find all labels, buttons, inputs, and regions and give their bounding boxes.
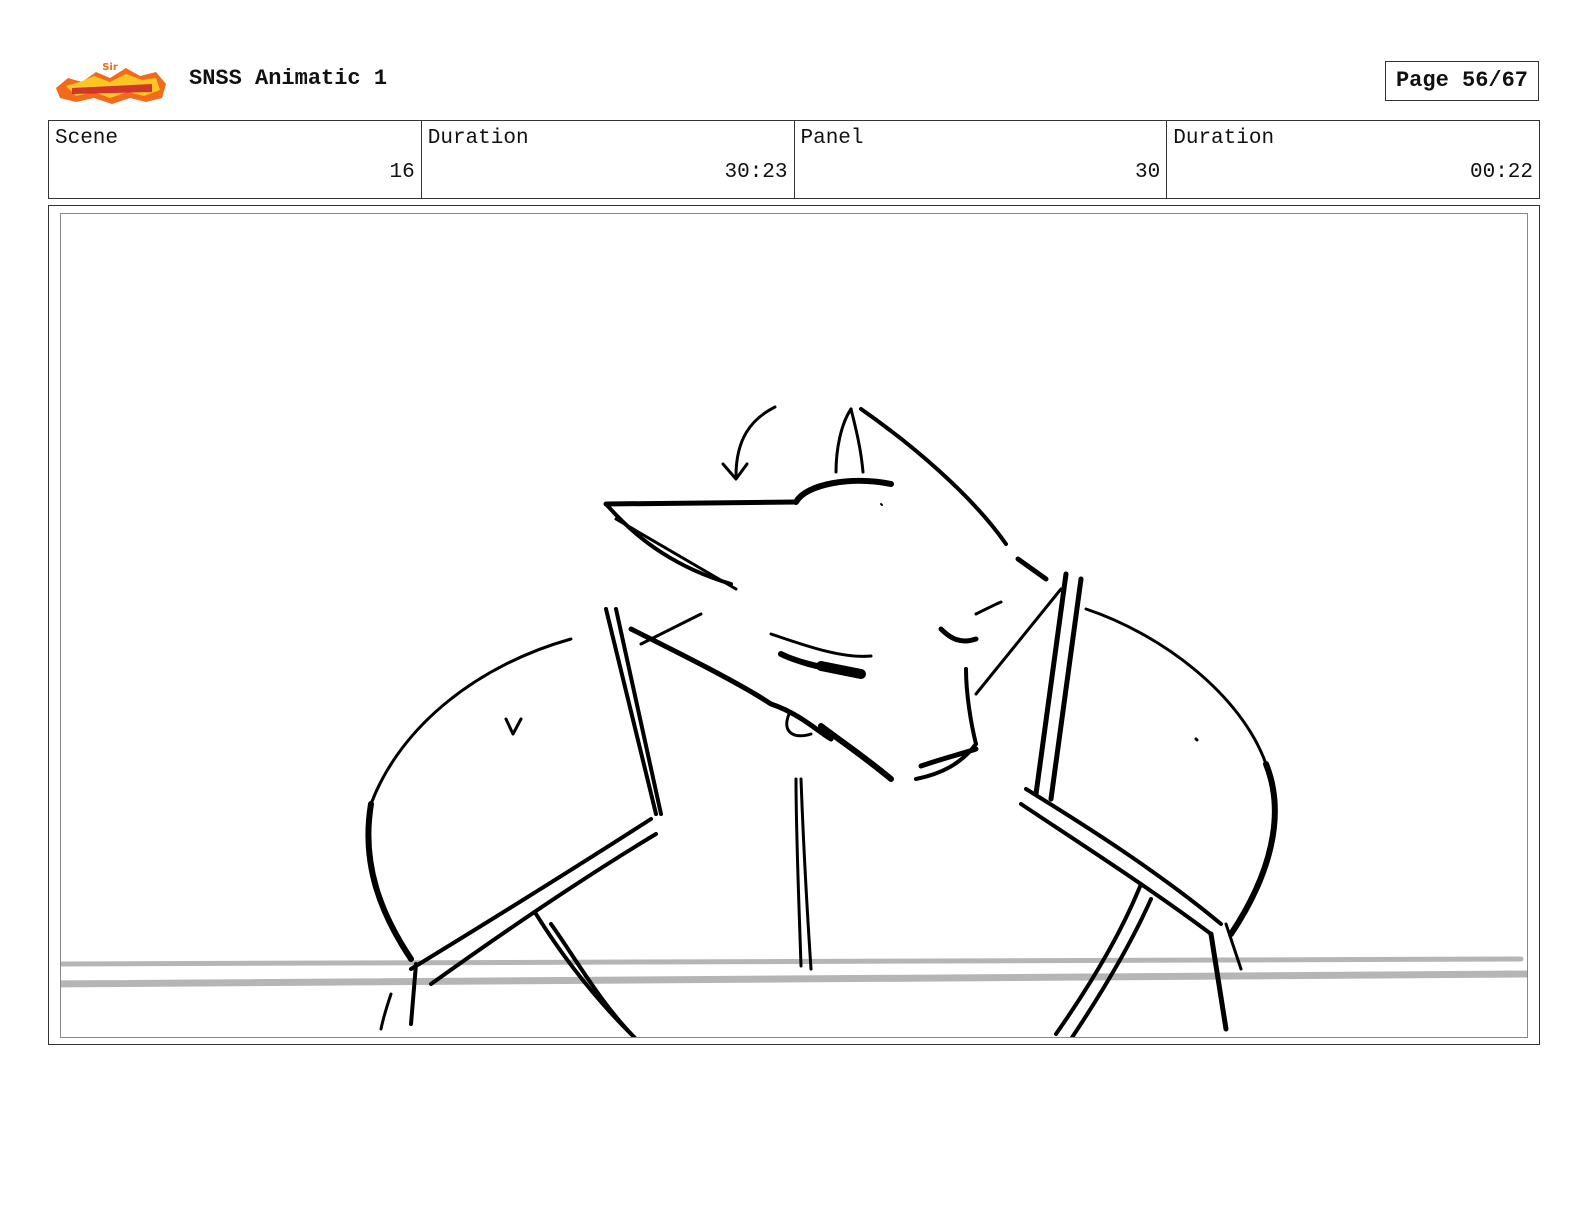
scene-duration-value: 30:23 — [724, 161, 788, 184]
svg-text:Sir: Sir — [102, 62, 118, 73]
panel-label: Panel — [800, 127, 864, 150]
page-indicator: Page 56/67 — [1385, 61, 1539, 101]
scene-label: Scene — [55, 127, 119, 150]
panel-cell: Panel 30 — [795, 121, 1168, 198]
storyboard-panel-frame — [48, 205, 1540, 1045]
app-logo: Sir — [52, 58, 170, 108]
scene-info-table: Scene 16 Duration 30:23 Panel 30 Duratio… — [48, 120, 1540, 199]
storyboard-panel — [60, 213, 1528, 1038]
scene-value: 16 — [389, 161, 415, 184]
panel-value: 30 — [1135, 161, 1161, 184]
panel-duration-label: Duration — [1173, 127, 1275, 150]
scene-duration-cell: Duration 30:23 — [422, 121, 795, 198]
panel-duration-cell: Duration 00:22 — [1167, 121, 1539, 198]
storyboard-sketch — [61, 405, 1527, 1037]
panel-duration-value: 00:22 — [1469, 161, 1533, 184]
scene-cell: Scene 16 — [49, 121, 422, 198]
scene-duration-label: Duration — [427, 127, 529, 150]
document-title: SNSS Animatic 1 — [189, 66, 388, 91]
